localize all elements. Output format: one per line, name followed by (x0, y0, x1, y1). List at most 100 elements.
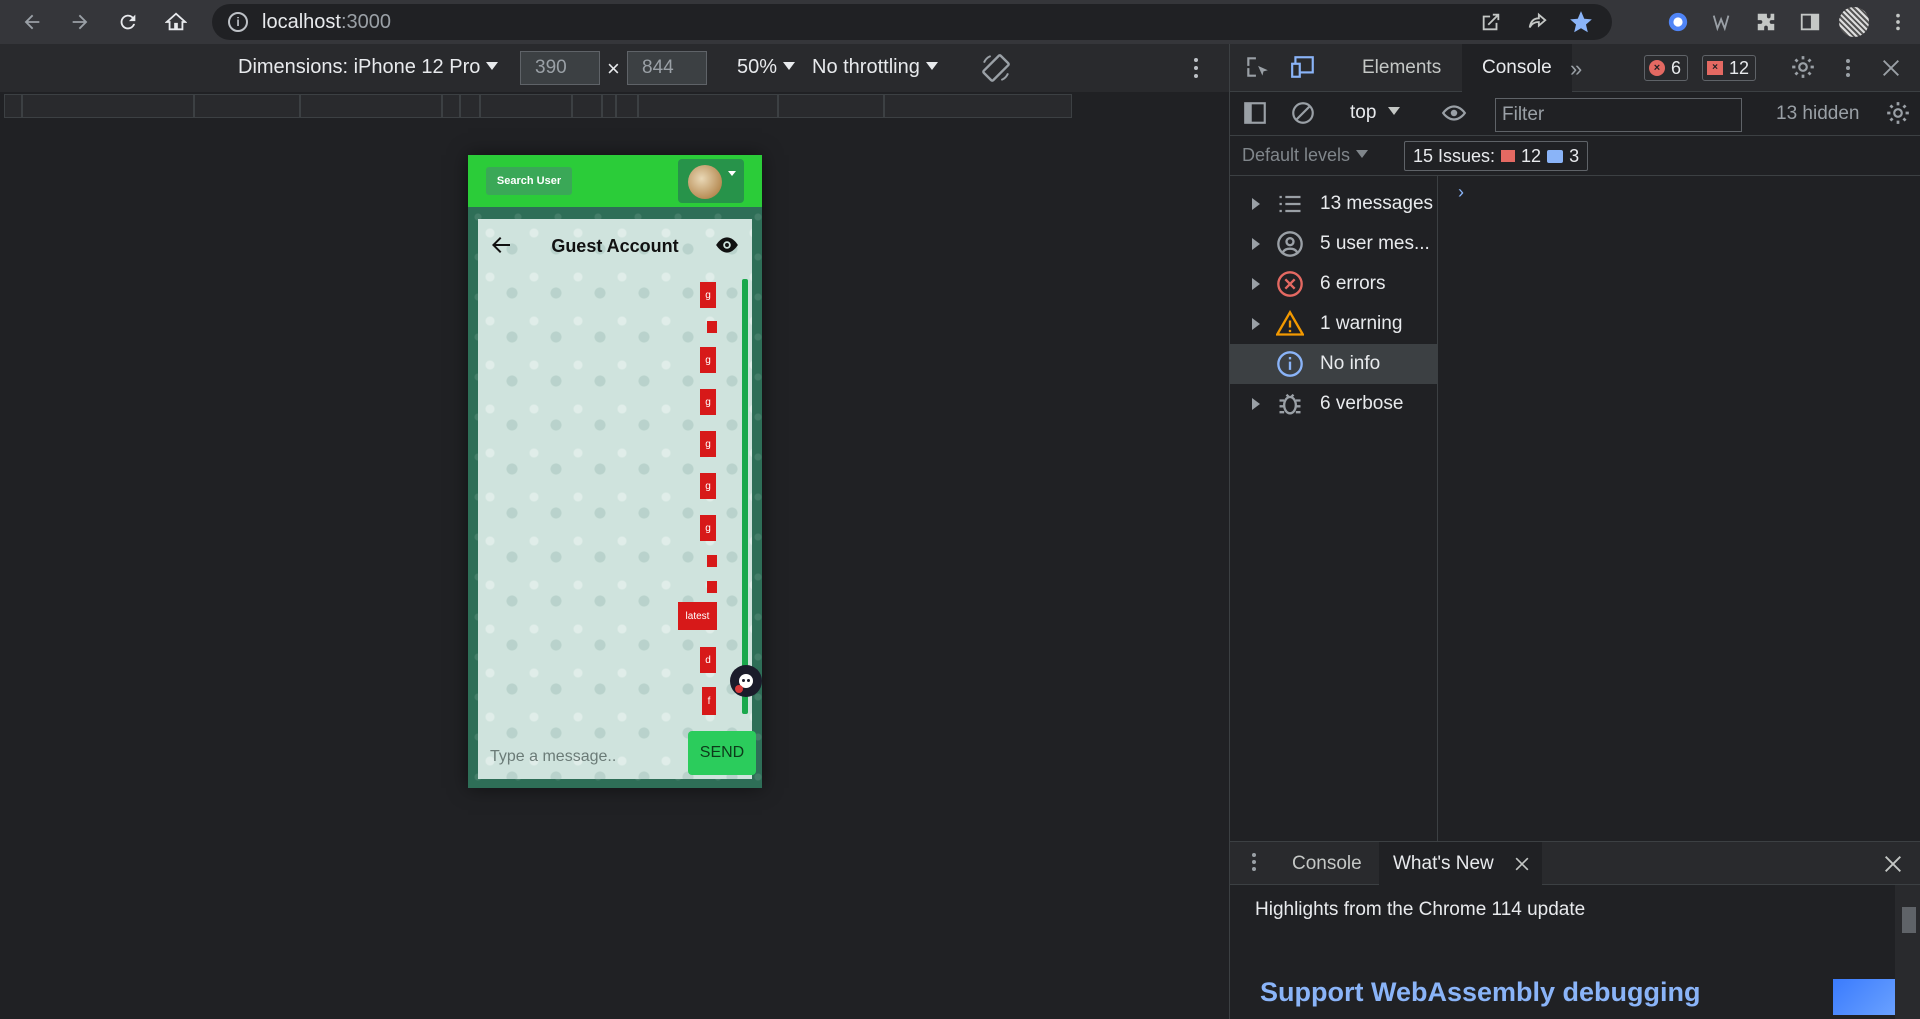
drawer-tab-console[interactable]: Console (1278, 842, 1376, 885)
forward-button[interactable] (60, 4, 100, 40)
sidebar-item-errors[interactable]: 6 errors (1230, 264, 1438, 304)
info-icon (1276, 350, 1304, 378)
issue-message-icon (1547, 149, 1564, 163)
expand-triangle-icon (1252, 278, 1260, 290)
media-query-ruler (0, 92, 1229, 120)
notification-badge (735, 685, 743, 693)
clear-console-icon[interactable] (1290, 100, 1318, 128)
puzzle-icon[interactable] (1744, 0, 1788, 44)
profile-menu-button[interactable] (678, 159, 744, 203)
levels-bar: Default levels 15 Issues: 12 3 (1230, 136, 1920, 176)
chat-panel: Guest Account g g g g g g latest d f Typ… (478, 219, 756, 779)
tab-elements[interactable]: Elements (1342, 44, 1461, 92)
rotate-icon[interactable] (980, 52, 1012, 84)
bookmark-star-icon[interactable] (1568, 9, 1594, 35)
caret-down-icon (925, 62, 938, 70)
sidebar-item-messages[interactable]: 13 messages (1230, 184, 1438, 224)
browser-menu-icon[interactable] (1876, 0, 1920, 44)
hidden-count: 13 hidden (1776, 103, 1860, 124)
message-bubble: g (700, 282, 716, 308)
drawer-scrollbar[interactable] (1895, 885, 1920, 1019)
reload-icon (120, 14, 136, 30)
width-input[interactable]: 390 (520, 51, 600, 85)
drawer-tab-bar: Console What's New (1230, 841, 1920, 885)
sidebar-item-warnings[interactable]: 1 warning (1230, 304, 1438, 344)
drawer-menu-icon[interactable] (1242, 850, 1270, 878)
close-devtools-icon[interactable] (1880, 57, 1908, 85)
caret-down-icon (1356, 150, 1369, 158)
caret-down-icon (783, 62, 796, 70)
address-bar[interactable]: i localhost:3000 (212, 4, 1612, 40)
browser-extensions (1656, 0, 1920, 44)
feature-thumbnail (1833, 979, 1895, 1015)
sidebar-item-user-messages[interactable]: 5 user mes... (1230, 224, 1438, 264)
chat-scrollbar[interactable] (742, 279, 748, 714)
live-expression-eye-icon[interactable] (1440, 100, 1468, 128)
console-toolbar: top Filter 13 hidden (1230, 92, 1920, 136)
home-button[interactable] (156, 4, 196, 40)
device-select[interactable]: Dimensions: iPhone 12 Pro (238, 56, 499, 79)
device-toggle-icon[interactable] (1290, 54, 1318, 82)
site-info-icon[interactable]: i (228, 12, 248, 32)
eye-icon[interactable] (714, 234, 740, 256)
message-bubble (707, 321, 717, 333)
back-button[interactable] (12, 4, 52, 40)
chatbot-launcher[interactable] (730, 665, 762, 697)
sidebar-item-verbose[interactable]: 6 verbose (1230, 384, 1438, 424)
device-toolbar: Dimensions: iPhone 12 Pro 390 × 844 50% … (0, 44, 1229, 92)
caret-down-icon (728, 171, 736, 176)
side-panel-icon[interactable] (1788, 0, 1832, 44)
context-select[interactable]: top (1350, 102, 1401, 124)
list-icon (1276, 190, 1304, 218)
open-external-icon[interactable] (1480, 11, 1502, 33)
height-input[interactable]: 844 (627, 51, 707, 85)
message-bubble: f (702, 687, 716, 715)
error-counter[interactable]: × 6 (1644, 55, 1689, 81)
console-settings-gear-icon[interactable] (1885, 100, 1913, 128)
expand-triangle-icon (1252, 238, 1260, 250)
arrow-right-icon (72, 14, 88, 30)
message-input[interactable]: Type a message.. (490, 742, 670, 772)
search-user-button[interactable]: Search User (486, 167, 572, 195)
tab-console[interactable]: Console (1462, 44, 1572, 92)
throttling-select[interactable]: No throttling (812, 56, 938, 79)
avatar (688, 165, 722, 199)
issues-button[interactable]: 15 Issues: 12 3 (1404, 141, 1589, 171)
chat-title: Guest Account (551, 236, 679, 256)
zoom-select[interactable]: 50% (737, 56, 796, 79)
close-tab-icon[interactable] (1512, 854, 1532, 874)
inspect-element-icon[interactable] (1244, 54, 1272, 82)
send-button[interactable]: SEND (688, 731, 756, 775)
filter-input[interactable]: Filter (1495, 98, 1742, 132)
profile-avatar[interactable] (1832, 0, 1876, 44)
issue-counter[interactable]: × 12 (1702, 55, 1757, 81)
sidebar-toggle-icon[interactable] (1242, 100, 1270, 128)
device-more-icon[interactable] (1186, 56, 1206, 80)
settings-gear-icon[interactable] (1790, 54, 1818, 82)
close-drawer-icon[interactable] (1882, 853, 1902, 873)
console-sidebar: 13 messages 5 user mes... 6 errors 1 war… (1230, 176, 1438, 885)
more-tabs-icon[interactable]: » (1570, 56, 1582, 82)
url-text: localhost:3000 (262, 10, 391, 33)
sidebar-item-info[interactable]: No info (1230, 344, 1438, 384)
browser-toolbar: i localhost:3000 (0, 0, 1920, 44)
message-bubble: g (700, 515, 716, 541)
sidebar-item-label: 5 user mes... (1320, 233, 1430, 254)
default-levels-select[interactable]: Default levels (1242, 145, 1369, 166)
share-icon[interactable] (1526, 11, 1548, 33)
expand-triangle-icon (1252, 318, 1260, 330)
message-bubble (707, 581, 717, 593)
extension-blue-icon[interactable] (1656, 0, 1700, 44)
arrow-left-icon (24, 14, 40, 30)
caret-down-icon (1388, 107, 1401, 115)
console-prompt-icon[interactable]: › (1458, 182, 1464, 203)
issue-flag-icon: × (1707, 61, 1723, 75)
whats-new-title-link[interactable]: Support WebAssembly debugging (1260, 977, 1701, 1008)
caret-down-icon (486, 62, 499, 70)
sidebar-item-label: 6 verbose (1320, 393, 1404, 414)
user-icon (1276, 230, 1304, 258)
message-bubble (707, 555, 717, 567)
extension-w-icon[interactable] (1700, 0, 1744, 44)
reload-button[interactable] (108, 4, 148, 40)
devtools-menu-icon[interactable] (1836, 56, 1864, 84)
